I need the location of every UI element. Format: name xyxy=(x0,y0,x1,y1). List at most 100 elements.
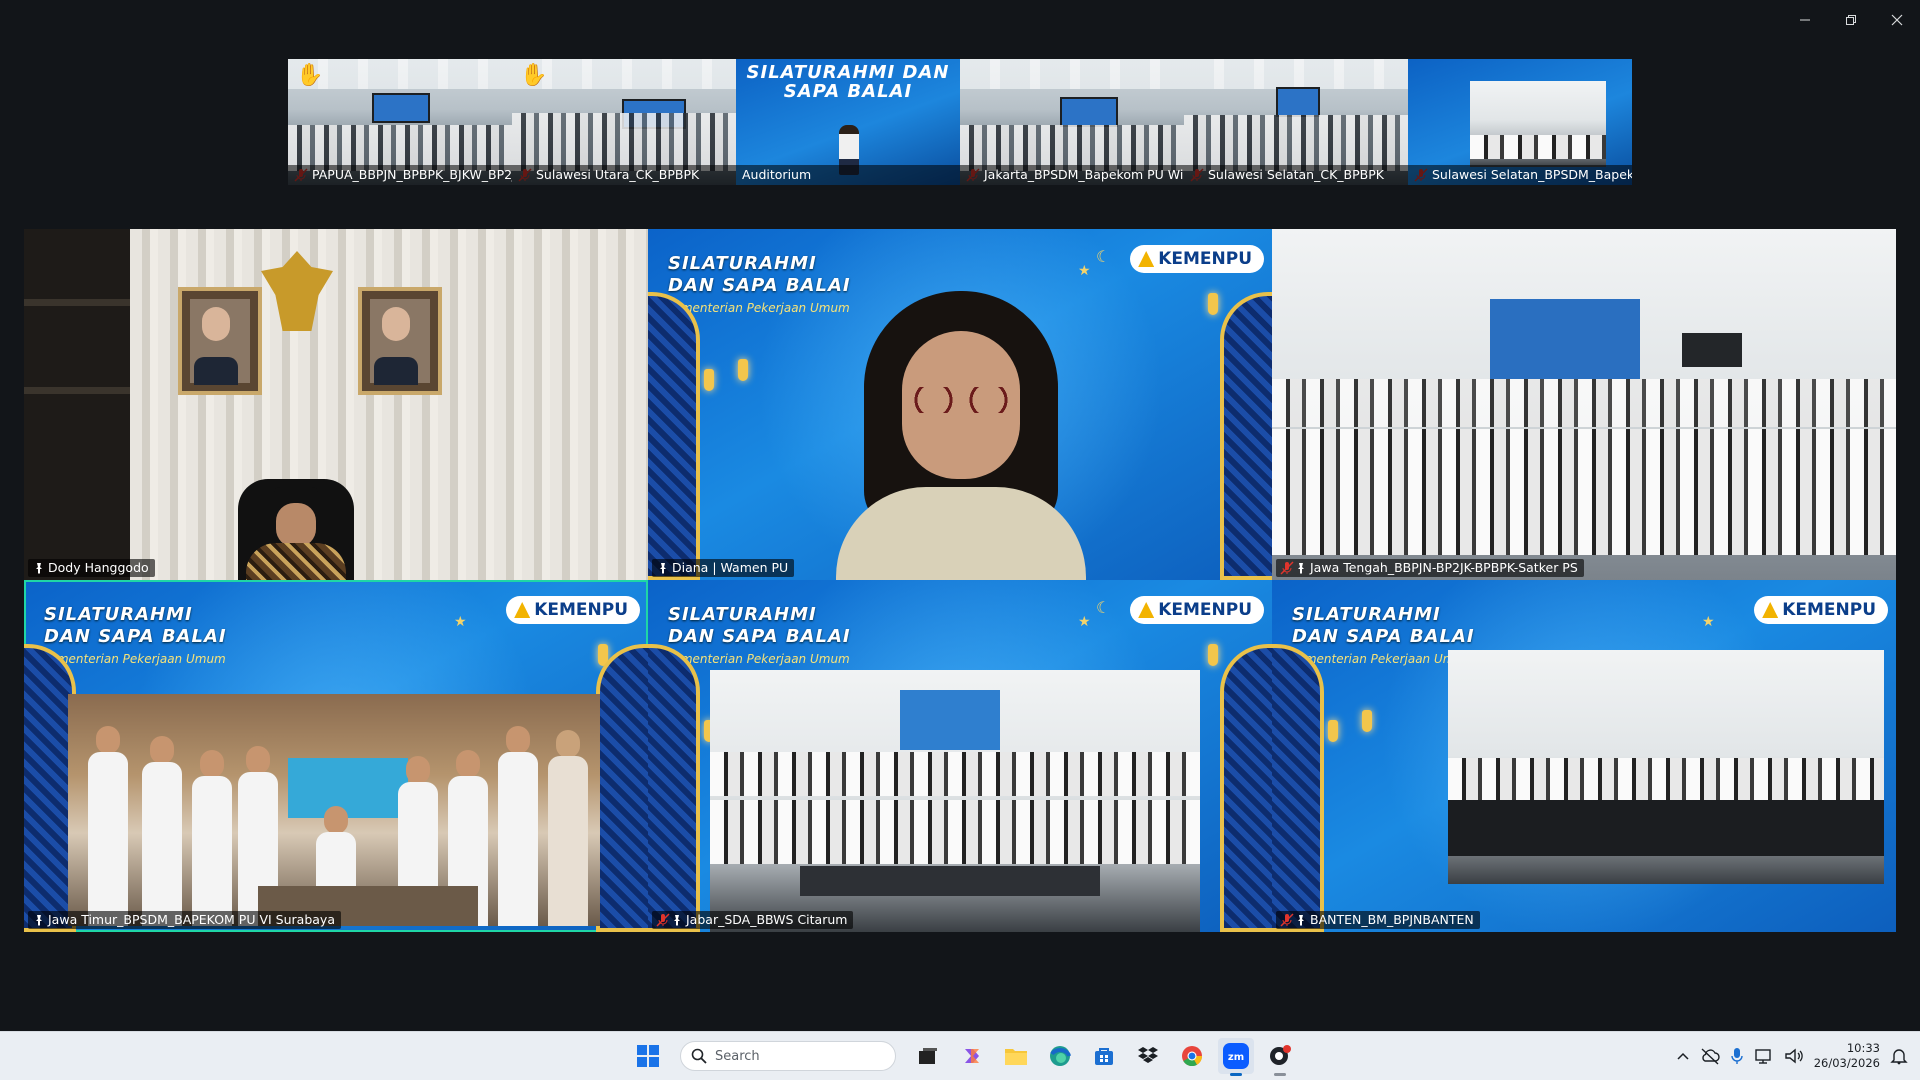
thumbnail-participant[interactable]: Jakarta_BPSDM_Bapekom PU Wil... xyxy=(960,59,1184,185)
participant-name: Diana | Wamen PU xyxy=(672,560,789,575)
window-controls xyxy=(1782,0,1920,40)
video-tile[interactable]: Dody Hanggodo xyxy=(24,229,648,580)
network-icon[interactable] xyxy=(1754,1047,1774,1065)
task-view-icon xyxy=(919,1048,937,1064)
participant-name: Jabar_SDA_BBWS Citarum xyxy=(686,912,848,927)
arch-decoration xyxy=(648,644,700,932)
participant-video xyxy=(246,487,346,580)
video-feed xyxy=(960,59,1184,89)
participant-label: Jabar_SDA_BBWS Citarum xyxy=(652,911,854,929)
video-feed xyxy=(24,229,130,580)
mic-muted-icon xyxy=(1280,561,1294,575)
participant-name: PAPUA_BBPJN_BPBPK_BJKW_BP2J... xyxy=(288,165,512,185)
active-app-indicator xyxy=(1230,1073,1242,1076)
video-feed xyxy=(710,752,1200,796)
chrome-button[interactable] xyxy=(1174,1038,1210,1074)
cloud-off-icon[interactable] xyxy=(1700,1047,1720,1065)
thumbnail-participant[interactable]: Sulawesi Selatan_CK_BPBPK xyxy=(1184,59,1408,185)
minimize-button[interactable] xyxy=(1782,0,1828,40)
participant-label: BANTEN_BM_BPJNBANTEN xyxy=(1276,911,1480,929)
svg-text:zm: zm xyxy=(1228,1052,1244,1063)
participant-name: BANTEN_BM_BPJNBANTEN xyxy=(1310,912,1474,927)
video-feed xyxy=(498,726,538,926)
file-explorer-button[interactable] xyxy=(998,1038,1034,1074)
room-video-feed xyxy=(710,670,1200,932)
video-tile[interactable]: SILATURAHMI DAN SAPA BALAI Kementerian Pe… xyxy=(1272,580,1896,932)
video-feed xyxy=(88,726,128,926)
video-feed xyxy=(1448,758,1884,802)
taskbar-apps: Search zm xyxy=(630,1032,1298,1080)
projection-screen xyxy=(1490,299,1640,379)
taskbar-search[interactable]: Search xyxy=(680,1041,896,1071)
edge-button[interactable] xyxy=(1042,1038,1078,1074)
store-icon xyxy=(1095,1048,1113,1065)
taskbar-clock[interactable]: 10:33 26/03/2026 xyxy=(1814,1041,1880,1071)
participant-video xyxy=(836,291,1086,580)
lantern-decoration xyxy=(738,359,748,381)
volume-icon[interactable] xyxy=(1784,1047,1804,1065)
lantern-decoration xyxy=(1362,710,1372,732)
participant-name: Sulawesi Selatan_BPSDM_Bapeko... xyxy=(1408,165,1632,185)
notification-bell-icon[interactable] xyxy=(1890,1047,1908,1065)
thumbnail-participant[interactable]: Sulawesi Selatan_BPSDM_Bapeko... xyxy=(1408,59,1632,185)
thumbnail-participant[interactable]: ✋ PAPUA_BBPJN_BPBPK_BJKW_BP2J... xyxy=(288,59,512,185)
video-feed xyxy=(192,750,232,926)
close-button[interactable] xyxy=(1874,0,1920,40)
lantern-decoration xyxy=(1328,720,1338,742)
portrait-frame xyxy=(178,287,262,395)
video-tile[interactable]: SILATURAHMI DAN SAPA BALAI Kementerian Pe… xyxy=(648,580,1272,932)
clock-date: 26/03/2026 xyxy=(1813,1056,1880,1070)
video-feed xyxy=(1272,379,1896,427)
minimize-icon xyxy=(1800,19,1810,21)
start-button[interactable] xyxy=(630,1038,666,1074)
file-explorer-icon xyxy=(1005,1049,1027,1065)
event-title: SILATURAHMI DAN SAPA BALAI xyxy=(746,62,950,102)
video-tile-active-speaker[interactable]: SILATURAHMI DAN SAPA BALAI Kementerian Pe… xyxy=(24,580,648,932)
star-icon: ★ xyxy=(1078,614,1091,630)
spotlight-pin-icon xyxy=(1298,915,1304,926)
spotlight-pin-icon xyxy=(36,563,42,574)
video-feed xyxy=(1060,97,1118,127)
chevron-up-icon[interactable] xyxy=(1676,1049,1690,1063)
dropbox-icon xyxy=(1138,1047,1158,1063)
event-subtitle: Kementerian Pekerjaan Umum xyxy=(666,652,850,666)
store-button[interactable] xyxy=(1086,1038,1122,1074)
participant-name: Auditorium xyxy=(736,165,960,185)
restore-button[interactable] xyxy=(1828,0,1874,40)
gallery-view: Dody Hanggodo SILATURAHMI DAN SAPA BALAI … xyxy=(24,229,1896,932)
video-feed xyxy=(1470,135,1606,159)
mic-muted-icon xyxy=(656,913,670,927)
windows-taskbar: Search zm 10:33 26/03/2026 xyxy=(0,1031,1920,1080)
close-icon xyxy=(1891,14,1903,26)
active-app-indicator xyxy=(1274,1073,1286,1076)
participant-name: Sulawesi Selatan_CK_BPBPK xyxy=(1184,165,1408,185)
video-feed xyxy=(1184,59,1408,89)
copilot-button[interactable] xyxy=(954,1038,990,1074)
mic-muted-icon xyxy=(1280,913,1294,927)
crescent-moon-icon: ☾ xyxy=(1096,598,1111,617)
video-feed xyxy=(1272,465,1896,555)
participant-name: Jawa Tengah_BBPJN-BP2JK-BPBPK-Satker PS xyxy=(1310,560,1578,575)
copilot-icon xyxy=(965,1049,979,1063)
event-subtitle: Kementerian Pekerjaan Umum xyxy=(1290,652,1474,666)
arch-decoration xyxy=(1272,644,1324,932)
video-tile[interactable]: Jawa Tengah_BBPJN-BP2JK-BPBPK-Satker PS xyxy=(1272,229,1896,580)
video-feed xyxy=(710,800,1200,864)
video-tile[interactable]: SILATURAHMI DAN SAPA BALAI Kementerian Pe… xyxy=(648,229,1272,580)
participant-label: Jawa Tengah_BBPJN-BP2JK-BPBPK-Satker PS xyxy=(1276,559,1584,577)
video-feed xyxy=(142,736,182,926)
event-title: SILATURAHMI DAN SAPA BALAI xyxy=(668,604,851,647)
event-title: SILATURAHMI DAN SAPA BALAI xyxy=(668,253,851,296)
microphone-icon[interactable] xyxy=(1730,1047,1744,1065)
search-icon xyxy=(691,1048,707,1064)
app-button[interactable] xyxy=(1262,1038,1298,1076)
thumbnail-participant[interactable]: SILATURAHMI DAN SAPA BALAI Auditorium xyxy=(736,59,960,185)
dropbox-button[interactable] xyxy=(1130,1038,1166,1074)
kemenpu-logo: KEMENPU xyxy=(1130,245,1264,273)
lantern-decoration xyxy=(704,369,714,391)
zoom-button[interactable]: zm xyxy=(1218,1038,1254,1076)
task-view-button[interactable] xyxy=(910,1038,946,1074)
thumbnail-participant[interactable]: ✋ Sulawesi Utara_CK_BPBPK xyxy=(512,59,736,185)
restore-icon xyxy=(1846,15,1856,25)
search-placeholder: Search xyxy=(715,1048,760,1064)
